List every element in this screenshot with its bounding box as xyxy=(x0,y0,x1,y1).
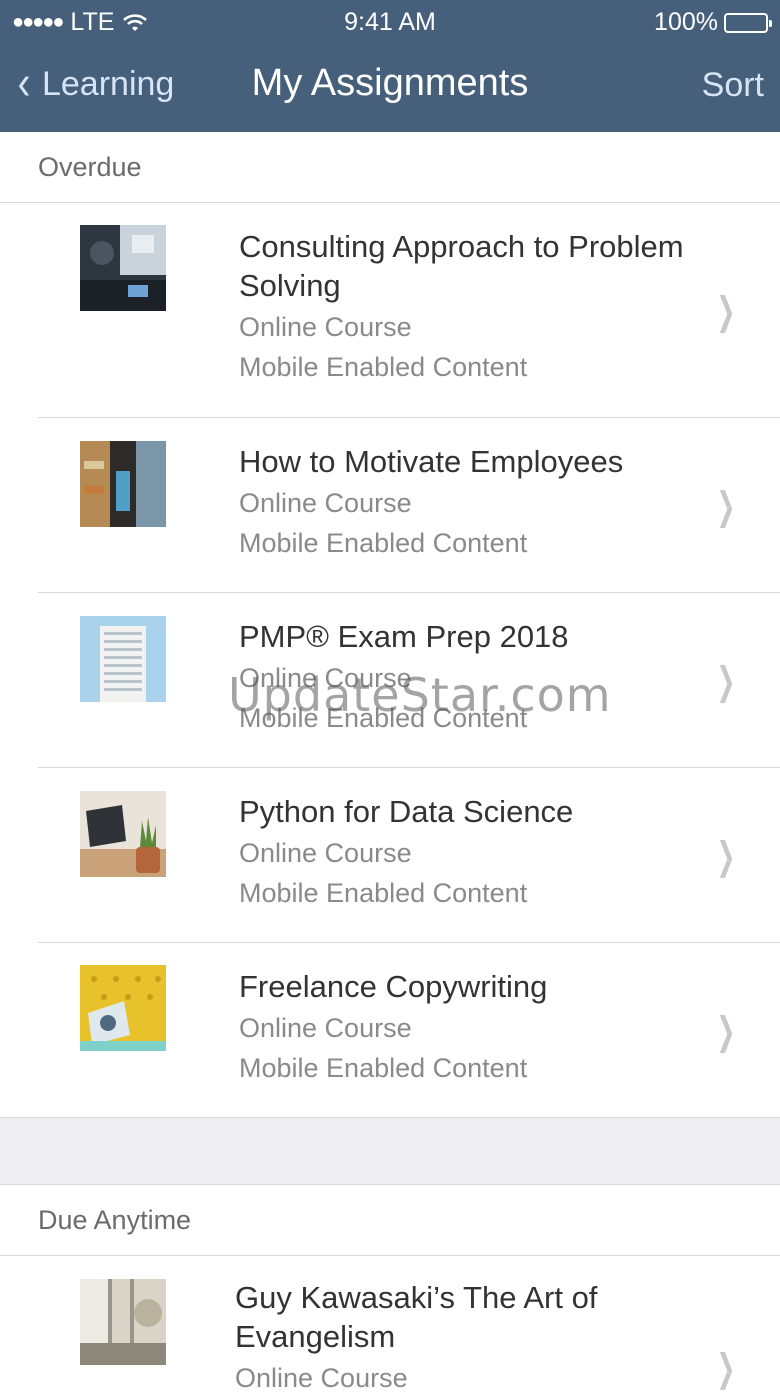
course-title: Freelance Copywriting xyxy=(239,969,548,1004)
battery-percent: 100% xyxy=(654,8,718,36)
course-type: Online Course xyxy=(235,1363,408,1393)
item-text: PMP® Exam Prep 2018 Online Course Mobile… xyxy=(239,617,700,738)
battery-icon xyxy=(724,12,772,33)
course-thumbnail xyxy=(80,225,166,311)
section-header-overdue: Overdue xyxy=(0,132,780,203)
status-bar: ●●●●● LTE 9:41 AM 100% xyxy=(0,0,780,44)
section-gap xyxy=(0,1117,780,1185)
course-tag: Mobile Enabled Content xyxy=(239,528,528,558)
list-item[interactable]: Consulting Approach to Problem Solving O… xyxy=(0,203,780,418)
course-type: Online Course xyxy=(239,838,412,868)
course-type: Online Course xyxy=(239,312,412,342)
course-title: How to Motivate Employees xyxy=(239,444,624,479)
section-title: Due Anytime xyxy=(38,1205,192,1235)
list-item[interactable]: Guy Kawasaki’s The Art of Evangelism Onl… xyxy=(0,1256,780,1393)
chevron-right-icon: ❯ xyxy=(716,1348,736,1390)
chevron-right-icon: ❯ xyxy=(716,291,736,333)
list-item[interactable]: Freelance Copywriting Online Course Mobi… xyxy=(0,943,780,1117)
list-item[interactable]: Python for Data Science Online Course Mo… xyxy=(0,768,780,943)
course-thumbnail xyxy=(80,441,166,527)
item-text: Freelance Copywriting Online Course Mobi… xyxy=(239,967,700,1088)
course-title: Guy Kawasaki’s The Art of Evangelism xyxy=(235,1280,598,1354)
chevron-right-icon: ❯ xyxy=(716,836,736,878)
item-text: Guy Kawasaki’s The Art of Evangelism Onl… xyxy=(235,1278,700,1398)
item-text: How to Motivate Employees Online Course … xyxy=(239,442,700,563)
course-tag: Mobile Enabled Content xyxy=(239,1053,528,1083)
sort-button[interactable]: Sort xyxy=(702,66,764,105)
page-title: My Assignments xyxy=(251,62,529,104)
chevron-right-icon: ❯ xyxy=(716,661,736,703)
course-type: Online Course xyxy=(239,488,412,518)
chevron-right-icon: ❯ xyxy=(716,1011,736,1053)
chevron-right-icon: ❯ xyxy=(716,486,736,528)
list-item[interactable]: PMP® Exam Prep 2018 Online Course Mobile… xyxy=(0,593,780,768)
course-thumbnail xyxy=(80,791,166,877)
course-tag: Mobile Enabled Content xyxy=(239,703,528,733)
course-thumbnail xyxy=(80,1279,166,1365)
section-title: Overdue xyxy=(38,152,142,182)
course-tag: Mobile Enabled Content xyxy=(239,878,528,908)
course-title: Python for Data Science xyxy=(239,794,574,829)
nav-bar: ‹ Learning My Assignments Sort xyxy=(0,52,780,122)
navigation-header: ●●●●● LTE 9:41 AM 100% ‹ Learning My Ass… xyxy=(0,0,780,132)
course-title: PMP® Exam Prep 2018 xyxy=(239,619,569,654)
course-type: Online Course xyxy=(239,663,412,693)
course-type: Online Course xyxy=(239,1013,412,1043)
section-header-due-anytime: Due Anytime xyxy=(0,1185,780,1256)
course-thumbnail xyxy=(80,965,166,1051)
status-right: 100% xyxy=(654,8,772,37)
list-item[interactable]: How to Motivate Employees Online Course … xyxy=(0,418,780,593)
course-tag: Mobile Enabled Content xyxy=(239,352,528,382)
course-title: Consulting Approach to Problem Solving xyxy=(239,229,684,303)
course-thumbnail xyxy=(80,616,166,702)
item-text: Python for Data Science Online Course Mo… xyxy=(239,792,700,913)
item-text: Consulting Approach to Problem Solving O… xyxy=(239,227,700,387)
